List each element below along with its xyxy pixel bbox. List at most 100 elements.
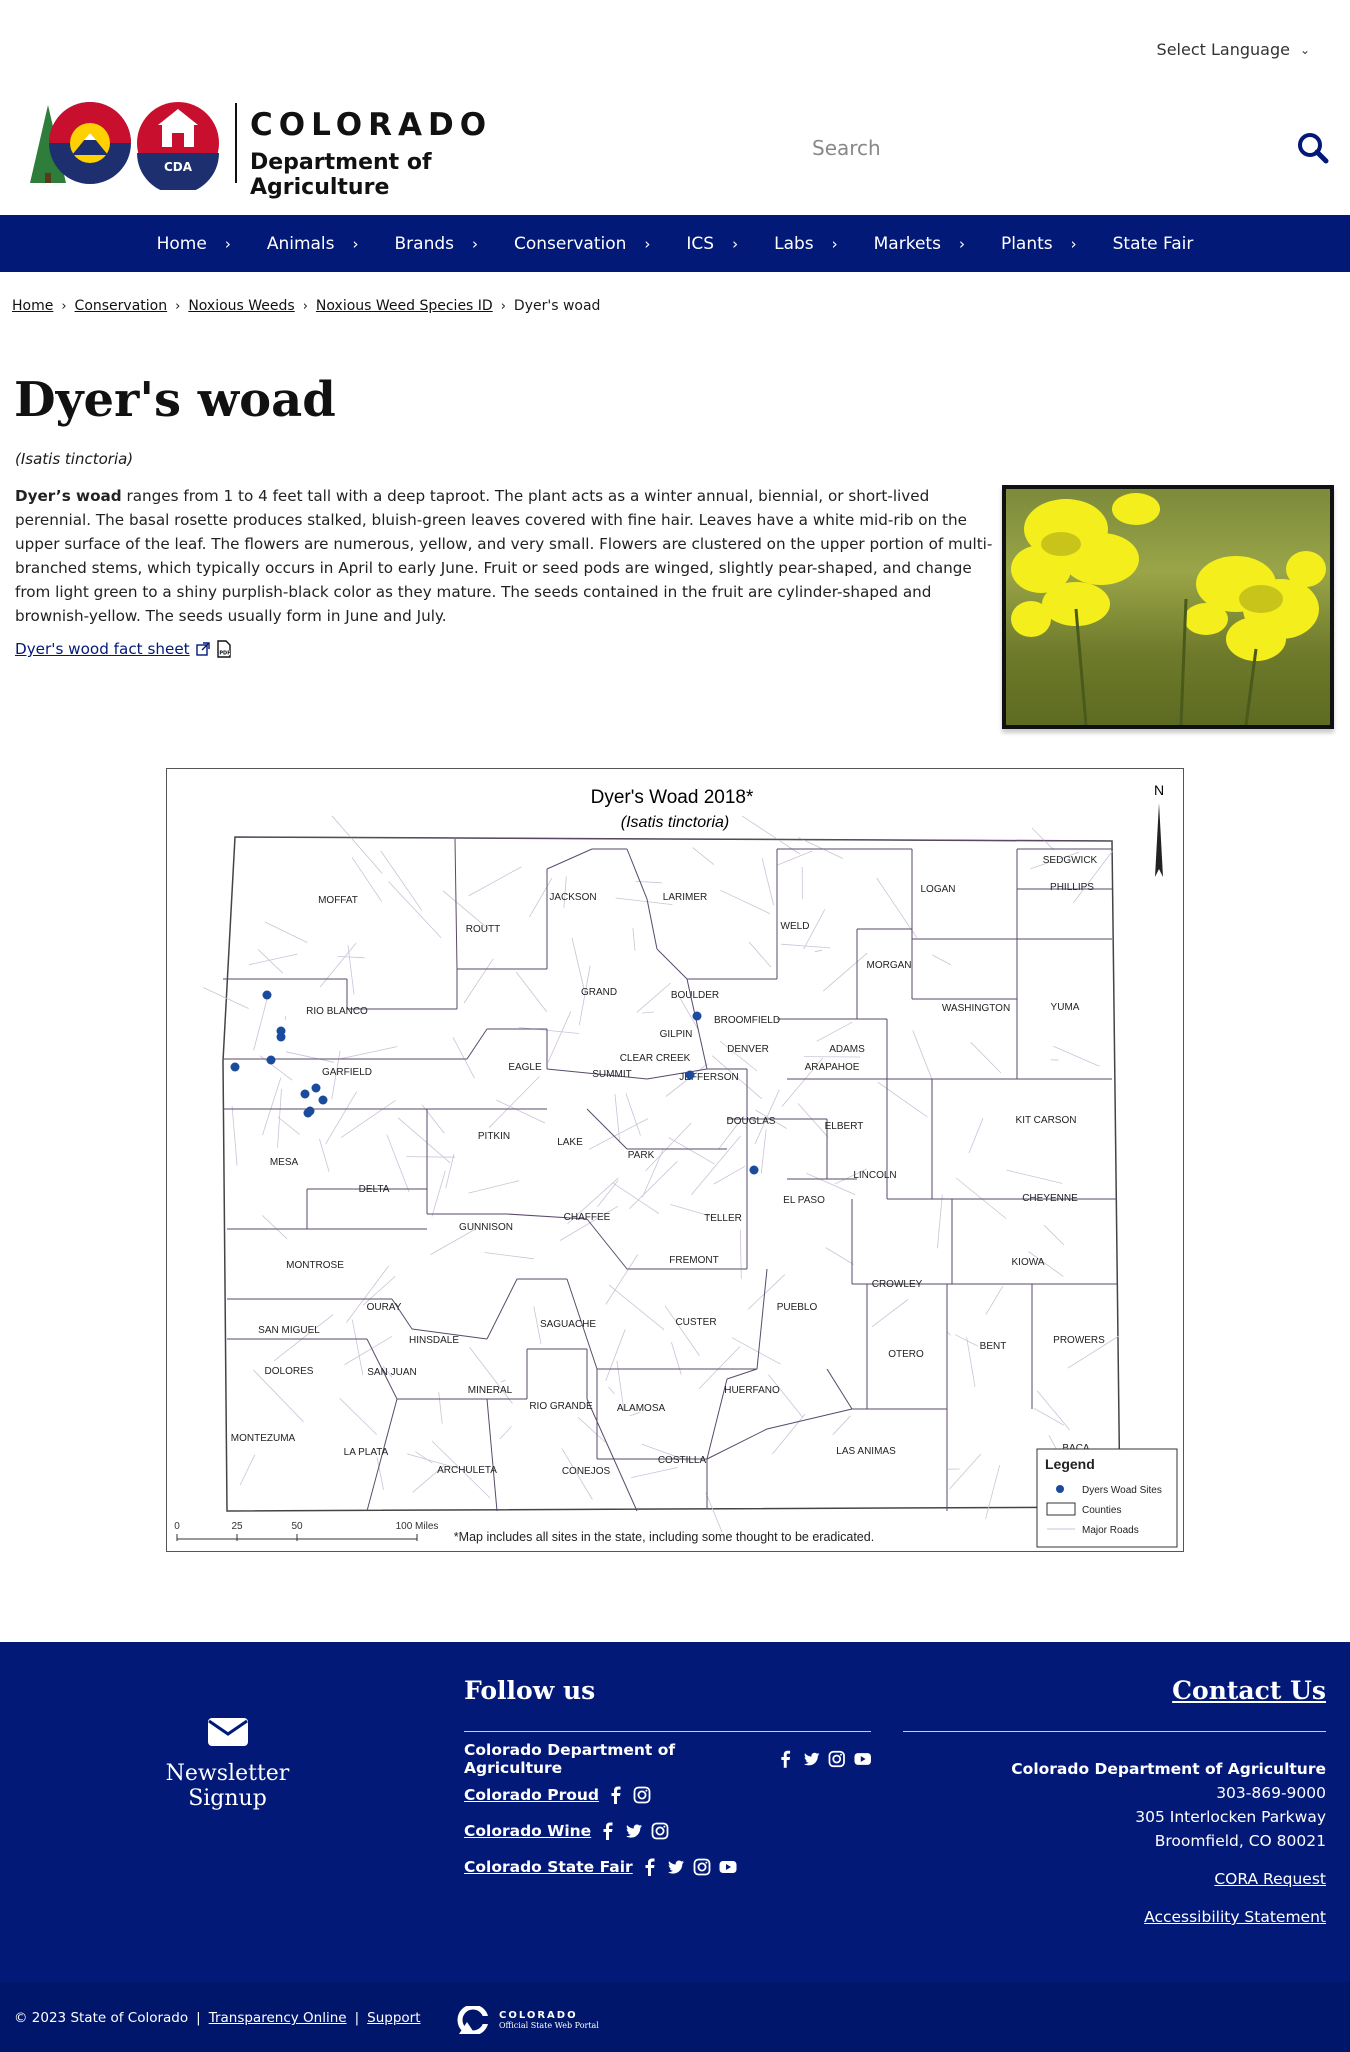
facebook-icon[interactable] xyxy=(641,1858,659,1876)
nav-item-markets[interactable]: Markets › xyxy=(856,234,983,254)
road-line xyxy=(698,1346,741,1390)
road-line xyxy=(608,1386,615,1395)
envelope-icon xyxy=(207,1718,248,1746)
nav-item-labs[interactable]: Labs › xyxy=(756,234,856,254)
contact-title[interactable]: Contact Us xyxy=(903,1676,1326,1732)
nav-item-home[interactable]: Home › xyxy=(139,234,249,254)
social-org-label[interactable]: Colorado State Fair xyxy=(464,1858,633,1876)
facebook-icon[interactable] xyxy=(777,1750,794,1768)
county-label: PARK xyxy=(628,1150,655,1161)
road-line xyxy=(772,1413,806,1455)
dyers-woad-site-marker xyxy=(318,1095,328,1105)
road-line xyxy=(635,881,662,884)
road-line xyxy=(438,1391,443,1424)
search-input[interactable] xyxy=(800,136,1200,160)
county-label: CHEYENNE xyxy=(1022,1193,1078,1204)
county-label: CHAFFEE xyxy=(564,1212,611,1223)
road-line xyxy=(1031,827,1055,851)
instagram-icon[interactable] xyxy=(633,1786,651,1804)
state-portal-logo[interactable]: COLORADO Official State Web Portal xyxy=(455,2006,599,2034)
county-label: GILPIN xyxy=(660,1029,693,1040)
road-line xyxy=(806,1172,856,1195)
instagram-icon[interactable] xyxy=(693,1858,711,1876)
instagram-icon[interactable] xyxy=(651,1822,669,1840)
site-footer: Newsletter Signup Follow us Colorado Dep… xyxy=(0,1642,1350,1982)
copyright: © 2023 State of Colorado xyxy=(14,2010,189,2026)
nav-item-conservation[interactable]: Conservation › xyxy=(496,234,668,254)
road-line xyxy=(264,921,308,943)
road-line xyxy=(832,1415,851,1436)
dyers-woad-site-marker xyxy=(230,1062,240,1072)
social-org-label[interactable]: Colorado Proud xyxy=(464,1786,599,1804)
dyers-woad-site-marker xyxy=(276,1032,286,1042)
road-line xyxy=(825,1247,854,1265)
road-line xyxy=(499,1426,512,1440)
cda-logo[interactable]: CDA COLORADO Department of Agriculture xyxy=(30,95,550,200)
social-org-label[interactable]: Colorado Wine xyxy=(464,1822,591,1840)
road-line xyxy=(605,1329,626,1382)
breadcrumb-species-id[interactable]: Noxious Weed Species ID xyxy=(316,298,493,314)
facebook-icon[interactable] xyxy=(599,1822,617,1840)
road-line xyxy=(760,1129,767,1174)
youtube-icon[interactable] xyxy=(719,1858,737,1876)
road-line xyxy=(731,1337,781,1365)
county-boundary xyxy=(486,1398,498,1512)
contact-us: Contact Us Colorado Department of Agricu… xyxy=(903,1676,1326,1926)
breadcrumb-conservation[interactable]: Conservation xyxy=(75,298,168,314)
nav-item-animals[interactable]: Animals › xyxy=(249,234,377,254)
yellow-flowers-image xyxy=(1011,493,1326,725)
facebook-icon[interactable] xyxy=(607,1786,625,1804)
nav-label: Animals xyxy=(266,233,335,254)
newsletter-signup[interactable]: Newsletter Signup xyxy=(125,1717,330,1811)
breadcrumb-home[interactable]: Home xyxy=(12,298,53,314)
nav-item-ics[interactable]: ICS › xyxy=(668,234,756,254)
road-line xyxy=(668,1137,716,1165)
cora-request-link[interactable]: CORA Request xyxy=(903,1870,1326,1888)
separator: | xyxy=(196,2010,201,2026)
accessibility-link[interactable]: Accessibility Statement xyxy=(903,1908,1326,1926)
road-line xyxy=(337,956,365,959)
chevron-right-icon: › xyxy=(500,298,506,314)
county-boundary xyxy=(766,1408,853,1430)
breadcrumb-noxious-weeds[interactable]: Noxious Weeds xyxy=(188,298,294,314)
twitter-icon[interactable] xyxy=(803,1750,820,1768)
county-label: DOLORES xyxy=(265,1366,314,1377)
svg-text:50: 50 xyxy=(291,1521,303,1532)
nav-item-state-fair[interactable]: State Fair xyxy=(1095,234,1212,254)
nav-label: Brands xyxy=(394,233,455,254)
species-description: Dyer’s woad ranges from 1 to 4 feet tall… xyxy=(15,484,1000,628)
county-label: KIOWA xyxy=(1012,1257,1045,1268)
road-line xyxy=(636,982,671,1013)
language-selector[interactable]: Select Language ⌄ xyxy=(1157,40,1310,59)
road-line xyxy=(468,866,522,897)
transparency-link[interactable]: Transparency Online xyxy=(209,2010,347,2026)
road-line xyxy=(346,1265,389,1323)
twitter-icon[interactable] xyxy=(625,1822,643,1840)
road-line xyxy=(932,954,952,966)
instagram-icon[interactable] xyxy=(828,1750,845,1768)
county-label: OURAY xyxy=(367,1302,402,1313)
nav-item-brands[interactable]: Brands › xyxy=(377,234,497,254)
support-link[interactable]: Support xyxy=(367,2010,420,2026)
map-legend: Legend Dyers Woad Sites Counties Major R… xyxy=(1036,1448,1178,1548)
road-line xyxy=(351,1319,364,1376)
site-header: CDA COLORADO Department of Agriculture xyxy=(0,95,1350,215)
road-line xyxy=(277,1116,300,1135)
road-line xyxy=(415,1451,433,1464)
nav-item-plants[interactable]: Plants › xyxy=(983,234,1095,254)
road-line xyxy=(823,952,868,992)
county-label: PUEBLO xyxy=(777,1302,818,1313)
svg-text:Major Roads: Major Roads xyxy=(1082,1525,1139,1536)
road-line xyxy=(397,1117,451,1164)
road-line xyxy=(761,858,774,906)
search-icon[interactable] xyxy=(1296,131,1330,165)
factsheet-link[interactable]: Dyer's wood fact sheet xyxy=(15,640,190,658)
county-label: BROOMFIELD xyxy=(714,1015,780,1026)
youtube-icon[interactable] xyxy=(854,1750,871,1768)
county-boundary xyxy=(546,848,593,870)
county-boundary xyxy=(646,898,658,950)
chevron-right-icon: › xyxy=(732,234,739,253)
twitter-icon[interactable] xyxy=(667,1858,685,1876)
county-label: PROWERS xyxy=(1053,1335,1105,1346)
chevron-right-icon: › xyxy=(352,234,359,253)
